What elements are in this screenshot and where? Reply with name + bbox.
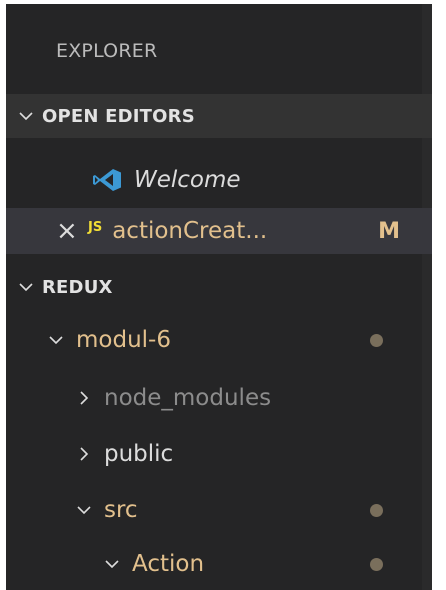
chevron-down-icon [18,108,34,124]
workspace-header[interactable]: REDUX [6,266,432,308]
explorer-title: EXPLORER [56,40,158,62]
chevron-down-icon [104,556,120,572]
modified-dot [370,334,383,347]
vscode-icon [92,168,122,192]
explorer-panel: EXPLORER OPEN EDITORS Welcome × JS actio… [6,4,432,590]
js-icon: JS [88,219,103,235]
open-editor-label: Welcome [134,167,241,193]
modified-dot [370,504,383,517]
chevron-down-icon [48,332,64,348]
close-editor-button[interactable]: × [56,218,78,244]
tree-item-node-modules[interactable]: node_modules [6,376,432,420]
chevron-down-icon [18,279,34,295]
modified-badge: M [378,218,400,244]
tree-item-public[interactable]: public [6,432,432,476]
tree-item-label: src [104,497,138,523]
chevron-right-icon [76,390,92,406]
tree-item-action[interactable]: Action [6,542,432,586]
tree-item-modul-6[interactable]: modul-6 [6,318,432,362]
tree-item-label: public [104,441,174,467]
open-editors-label: OPEN EDITORS [42,105,195,127]
chevron-right-icon [76,446,92,462]
tree-item-label: Action [132,551,205,577]
open-editor-actioncreators[interactable]: × JS actionCreat... M [6,208,432,254]
open-editors-header[interactable]: OPEN EDITORS [6,94,432,138]
chevron-down-icon [76,502,92,518]
tree-item-label: node_modules [104,385,272,411]
modified-dot [370,558,383,571]
open-editor-label: actionCreat... [112,218,268,244]
open-editor-welcome[interactable]: Welcome [6,158,432,202]
tree-item-src[interactable]: src [6,488,432,532]
tree-item-label: modul-6 [76,327,171,353]
workspace-label: REDUX [42,276,113,298]
